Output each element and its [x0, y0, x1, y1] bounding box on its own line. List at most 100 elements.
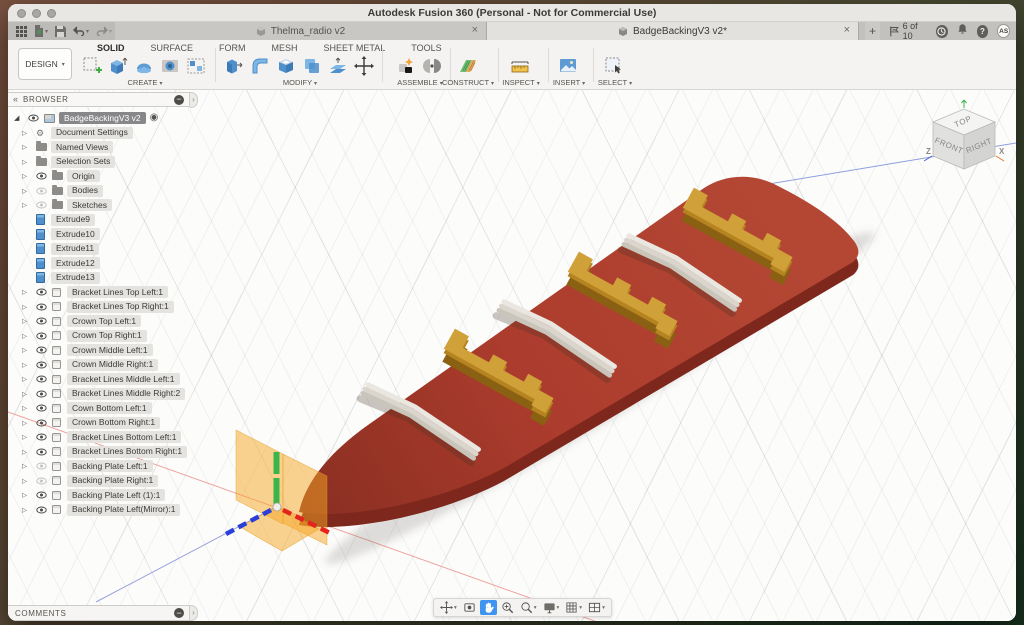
expand-arrow-icon[interactable]: ▷ [22, 462, 36, 470]
y-axis-handle[interactable] [274, 478, 280, 504]
select-group-dropdown[interactable]: SELECT ▾ [598, 78, 632, 87]
expand-arrow-icon[interactable]: ▷ [22, 491, 36, 499]
expand-arrow-icon[interactable]: ▷ [22, 332, 36, 340]
expand-arrow-icon[interactable]: ▷ [22, 361, 36, 369]
zoom-button[interactable] [499, 600, 516, 615]
expand-arrow-icon[interactable]: ▷ [22, 143, 36, 151]
expand-arrow-icon[interactable]: ▷ [22, 129, 36, 137]
undo-button[interactable]: ▾ [73, 26, 89, 36]
ribbon-tab-surface[interactable]: SURFACE [138, 42, 207, 54]
browser-item[interactable]: ▷ Backing Plate Left(Mirror):1 [8, 503, 190, 517]
expand-arrow-icon[interactable]: ▷ [22, 448, 36, 456]
browser-item-label[interactable]: Bracket Lines Bottom Left:1 [67, 431, 181, 443]
expand-arrow-icon[interactable]: ▷ [22, 506, 36, 514]
select-tool-icon[interactable] [602, 54, 625, 77]
browser-item[interactable]: Extrude11 [8, 242, 190, 256]
extrude-icon[interactable] [106, 54, 129, 77]
browser-item-label[interactable]: Bracket Lines Bottom Right:1 [67, 446, 187, 458]
browser-item-label[interactable]: Extrude10 [51, 228, 100, 240]
revolve-icon[interactable] [132, 54, 155, 77]
viewports-button[interactable]: ▾ [586, 600, 607, 615]
browser-item[interactable]: ▷ Named Views [8, 140, 190, 154]
fit-zoom-window-button[interactable]: ▾ [518, 600, 539, 615]
browser-item-label[interactable]: Backing Plate Left:1 [67, 460, 153, 472]
hole-icon[interactable] [158, 54, 181, 77]
look-at-button[interactable] [461, 600, 478, 615]
shell-icon[interactable] [274, 54, 297, 77]
expand-arrow-icon[interactable]: ▷ [22, 419, 36, 427]
browser-item-label[interactable]: Extrude9 [51, 214, 95, 226]
ribbon-tab-tools[interactable]: TOOLS [398, 42, 454, 54]
expand-arrow-icon[interactable]: ▷ [22, 433, 36, 441]
move-copy-icon[interactable] [352, 54, 375, 77]
alerts-bell-icon[interactable] [957, 22, 968, 40]
browser-item-label[interactable]: Bodies [67, 185, 103, 197]
workspace-selector-button[interactable]: DESIGN ▾ [18, 48, 72, 80]
browser-item-label[interactable]: Extrude13 [51, 272, 100, 284]
expand-arrow-icon[interactable]: ▷ [22, 375, 36, 383]
browser-item-label[interactable]: BadgeBackingV3 v2 [59, 112, 146, 124]
measure-icon[interactable] [508, 54, 531, 77]
document-tab-thelma-radio[interactable]: Thelma_radio v2 × [115, 22, 487, 40]
browser-item-label[interactable]: Bracket Lines Top Left:1 [67, 286, 168, 298]
collapse-all-icon[interactable]: − [174, 95, 184, 105]
browser-item-label[interactable]: Bracket Lines Middle Right:2 [67, 388, 185, 400]
activate-component-radio[interactable]: ◉ [150, 113, 159, 123]
browser-item-label[interactable]: Backing Plate Left(Mirror):1 [67, 504, 180, 516]
document-tab-badgebacking[interactable]: BadgeBackingV3 v2* × [487, 22, 859, 40]
browser-item-label[interactable]: Document Settings [51, 127, 133, 139]
browser-item-label[interactable]: Extrude11 [51, 243, 99, 255]
offset-face-icon[interactable] [326, 54, 349, 77]
expand-arrow-icon[interactable]: ▷ [22, 390, 36, 398]
browser-item-label[interactable]: Backing Plate Right:1 [67, 475, 158, 487]
view-cube[interactable]: TOP FRONT RIGHT Z X [920, 98, 1010, 180]
browser-item-label[interactable]: Sketches [67, 199, 112, 211]
browser-item-label[interactable]: Named Views [51, 141, 113, 153]
orbit-button[interactable]: ▾ [438, 600, 459, 615]
comments-collapse-icon[interactable]: − [174, 608, 184, 618]
expand-arrow-icon[interactable]: ▷ [22, 172, 36, 180]
close-tab-icon[interactable]: × [472, 24, 478, 37]
user-avatar[interactable]: AS [997, 24, 1010, 38]
collapse-panel-icon[interactable]: « [13, 95, 18, 104]
browser-item-label[interactable]: Selection Sets [51, 156, 115, 168]
expand-arrow-icon[interactable]: ▷ [22, 404, 36, 412]
redo-button[interactable]: ▾ [96, 26, 112, 36]
inspect-group-dropdown[interactable]: INSPECT ▾ [502, 78, 539, 87]
press-pull-icon[interactable] [222, 54, 245, 77]
browser-item-label[interactable]: Extrude12 [51, 257, 100, 269]
fillet-icon[interactable] [248, 54, 271, 77]
browser-item-label[interactable]: Crown Bottom Right:1 [67, 417, 160, 429]
ribbon-tab-sheet-metal[interactable]: SHEET METAL [311, 42, 399, 54]
expand-arrow-icon[interactable]: ▷ [22, 346, 36, 354]
browser-item[interactable]: Extrude10 [8, 227, 190, 241]
origin-point[interactable] [273, 503, 281, 511]
assemble-group-dropdown[interactable]: ASSEMBLE ▾ [397, 78, 443, 87]
construct-group-dropdown[interactable]: CONSTRUCT ▾ [442, 78, 494, 87]
browser-item-label[interactable]: Crown Top Left:1 [67, 315, 141, 327]
expand-arrow-icon[interactable]: ◢ [14, 114, 28, 122]
grid-snaps-button[interactable]: ▾ [563, 600, 584, 615]
modify-group-dropdown[interactable]: MODIFY ▾ [283, 78, 317, 87]
notifications-clock-icon[interactable] [936, 25, 948, 38]
expand-arrow-icon[interactable]: ▷ [22, 477, 36, 485]
display-settings-button[interactable]: ▾ [541, 600, 562, 615]
browser-item[interactable]: ▷Sketches [8, 198, 190, 212]
browser-item-label[interactable]: Crown Top Right:1 [67, 330, 147, 342]
browser-item-label[interactable]: Bracket Lines Middle Left:1 [67, 373, 180, 385]
file-menu-button[interactable]: ▾ [34, 25, 48, 37]
new-tab-button[interactable]: + [865, 22, 880, 40]
visibility-eye-icon[interactable] [36, 196, 52, 214]
browser-item-label[interactable]: Bracket Lines Top Right:1 [67, 301, 174, 313]
browser-item[interactable]: Extrude9 [8, 213, 190, 227]
browser-item[interactable]: Extrude12 [8, 256, 190, 270]
expand-arrow-icon[interactable]: ▷ [22, 288, 36, 296]
create-group-dropdown[interactable]: CREATE ▾ [128, 78, 163, 87]
combine-icon[interactable] [300, 54, 323, 77]
pan-button[interactable] [480, 600, 497, 615]
origin-planes[interactable] [236, 430, 327, 551]
joint-icon[interactable] [420, 54, 443, 77]
visibility-eye-icon[interactable] [28, 109, 44, 127]
browser-item[interactable]: ▷⚙Document Settings [8, 126, 190, 140]
expand-arrow-icon[interactable]: ▷ [22, 317, 36, 325]
